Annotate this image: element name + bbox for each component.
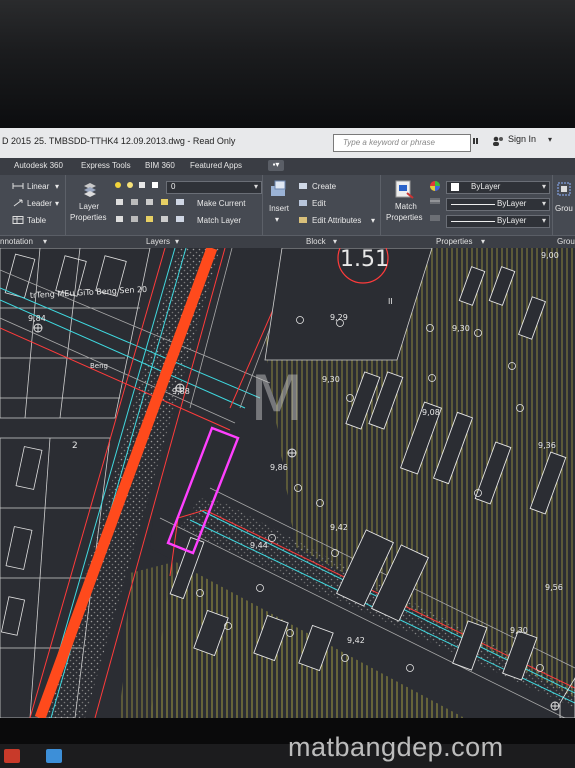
chevron-down-icon[interactable]: ▾ xyxy=(55,199,59,208)
match-layer-button[interactable]: Match Layer xyxy=(197,216,241,225)
block-number: 2 xyxy=(72,441,78,451)
tab-express-tools[interactable]: Express Tools xyxy=(81,161,131,170)
elevation-label: 9,84 xyxy=(28,314,46,323)
elevation-label: 9,30 xyxy=(510,626,528,635)
group-icon xyxy=(557,182,571,196)
chevron-down-icon: ▾ xyxy=(541,199,546,208)
lineweight-sample xyxy=(451,221,495,222)
color-value: ByLayer xyxy=(471,182,501,191)
chevron-down-icon[interactable]: ▾ xyxy=(43,237,47,246)
app-version: D 2015 xyxy=(2,136,32,146)
group-button[interactable]: Grou xyxy=(555,204,573,213)
create-block-icon xyxy=(299,183,307,189)
create-block-button[interactable]: Create xyxy=(312,182,336,191)
linetype-dropdown[interactable]: ByLayer ▾ xyxy=(446,198,550,211)
layer-properties-button[interactable]: Layer xyxy=(79,202,99,211)
chevron-down-icon[interactable]: ▾ xyxy=(371,216,375,225)
title-bar: D 2015 25. TMBSDD-TTHK4 12.09.2013.dwg -… xyxy=(0,128,575,158)
panel-annotation[interactable]: nnotation xyxy=(0,237,33,246)
taskbar-app-icon[interactable] xyxy=(4,749,20,763)
user-icon xyxy=(493,136,503,146)
elevation-label: 9,56 xyxy=(545,583,563,592)
color-swatch xyxy=(451,183,459,191)
elevation-label: 9,88 xyxy=(172,387,190,396)
chevron-down-icon: ▾ xyxy=(541,216,546,225)
chevron-down-icon: ▾ xyxy=(541,182,546,191)
layer-properties-label: Properties xyxy=(70,213,107,222)
autocad-window: D 2015 25. TMBSDD-TTHK4 12.09.2013.dwg -… xyxy=(0,128,575,718)
roman-numeral: II xyxy=(388,297,393,306)
ribbon-panel-titles: nnotation ▾ Layers ▾ Block ▾ Properties … xyxy=(0,235,575,249)
layer-dropdown[interactable]: 0 ▾ xyxy=(166,181,262,194)
tab-featured-apps[interactable]: Featured Apps xyxy=(190,161,242,170)
panel-layers[interactable]: Layers xyxy=(146,237,170,246)
ribbon: Linear ▾ Leader ▾ Table Layer Properties… xyxy=(0,175,575,235)
tab-autodesk-360[interactable]: Autodesk 360 xyxy=(14,161,63,170)
sign-in-button[interactable]: Sign In xyxy=(508,134,536,144)
chevron-down-icon[interactable]: ▾ xyxy=(175,237,179,246)
color-dropdown[interactable]: ByLayer ▾ xyxy=(446,181,550,194)
ribbon-tabs: Autodesk 360 Express Tools BIM 360 Featu… xyxy=(0,158,575,175)
edit-block-icon xyxy=(299,200,307,206)
panel-properties[interactable]: Properties xyxy=(436,237,472,246)
color-wheel-icon xyxy=(430,181,440,191)
elevation-label: 9,44 xyxy=(250,541,268,550)
insert-block-icon xyxy=(271,180,286,196)
layer-state-icons xyxy=(115,182,158,188)
current-layer-value: 0 xyxy=(171,182,176,191)
lineweight-dropdown[interactable]: ByLayer ▾ xyxy=(446,215,550,228)
panel-groups[interactable]: Grou xyxy=(557,237,575,246)
match-properties-icon xyxy=(395,180,414,199)
elevation-label: 9,30 xyxy=(452,324,470,333)
tab-bim-360[interactable]: BIM 360 xyxy=(145,161,175,170)
binoculars-icon[interactable] xyxy=(473,136,479,146)
chevron-down-icon[interactable]: ▾ xyxy=(55,182,59,191)
elevation-label: 9,00 xyxy=(541,251,559,260)
match-properties-label: Properties xyxy=(386,213,423,222)
elevation-label: 9,42 xyxy=(347,636,365,645)
search-placeholder: Type a keyword or phrase xyxy=(343,138,435,147)
zone-letter: M xyxy=(250,362,304,435)
insert-button[interactable]: Insert xyxy=(269,204,289,213)
search-input[interactable]: Type a keyword or phrase xyxy=(333,134,471,152)
street-name-small: Beng xyxy=(90,362,108,370)
make-current-button[interactable]: Make Current xyxy=(197,199,245,208)
watermark: matbangdep.com xyxy=(288,732,504,762)
leader-icon xyxy=(13,199,23,207)
layer-tools-icons xyxy=(116,199,184,222)
taskbar-app-icon[interactable] xyxy=(46,749,62,763)
panel-block[interactable]: Block xyxy=(306,237,326,246)
chevron-down-icon[interactable]: ▾ xyxy=(333,237,337,246)
document-title: 25. TMBSDD-TTHK4 12.09.2013.dwg - Read O… xyxy=(34,136,236,146)
monitor-bezel-top xyxy=(0,0,575,128)
drawing-canvas[interactable]: 1.51 II M trTeng MEu GiTo Beng Sen 20 Be… xyxy=(0,248,575,718)
chevron-down-icon: ▾ xyxy=(253,182,258,191)
lineweight-value: ByLayer xyxy=(497,216,527,225)
elevation-label: 9,29 xyxy=(330,313,348,322)
sheet-label: 1.51 xyxy=(340,248,389,272)
chevron-down-icon[interactable]: ▾ xyxy=(275,215,279,224)
elevation-label: 9,08 xyxy=(422,408,440,417)
elevation-label: 9,86 xyxy=(270,463,288,472)
linetype-value: ByLayer xyxy=(497,199,527,208)
linetype-sample xyxy=(451,204,495,205)
ribbon-options-icon[interactable]: ▪▾ xyxy=(268,160,284,171)
chevron-down-icon[interactable]: ▾ xyxy=(548,135,552,144)
table-icon xyxy=(12,216,24,224)
elevation-label: 9,30 xyxy=(322,375,340,384)
layer-properties-icon xyxy=(84,183,96,197)
match-properties-button[interactable]: Match xyxy=(395,202,417,211)
edit-attributes-icon xyxy=(299,217,307,223)
chevron-down-icon[interactable]: ▾ xyxy=(481,237,485,246)
edit-attributes-button[interactable]: Edit Attributes xyxy=(312,216,361,225)
linear-button[interactable]: Linear xyxy=(27,182,49,191)
linetype-lineweight-icons xyxy=(430,198,440,221)
linear-dimension-icon xyxy=(12,183,24,189)
table-button[interactable]: Table xyxy=(27,216,46,225)
edit-block-button[interactable]: Edit xyxy=(312,199,326,208)
elevation-label: 9,36 xyxy=(538,441,556,450)
leader-button[interactable]: Leader xyxy=(27,199,52,208)
elevation-label: 9,42 xyxy=(330,523,348,532)
